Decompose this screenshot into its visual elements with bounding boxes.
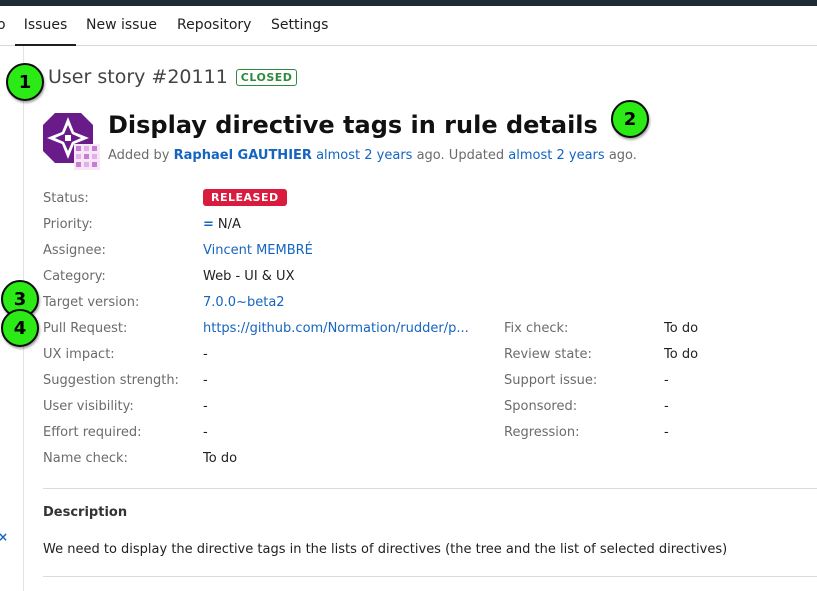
tab-overflow[interactable]: o	[0, 6, 6, 46]
support-issue-value: -	[664, 373, 669, 388]
regression-value: -	[664, 425, 669, 440]
added-time-link[interactable]: almost 2 years	[316, 148, 412, 163]
priority-label: Priority:	[43, 217, 93, 232]
review-state-label: Review state:	[504, 347, 592, 362]
tab-repository[interactable]: Repository	[177, 6, 251, 46]
annotation-marker-4: 4	[1, 309, 39, 347]
target-version-link[interactable]: 7.0.0~beta2	[203, 295, 285, 310]
issue-header: User story #20111 CLOSED	[48, 66, 298, 88]
pull-request-label: Pull Request:	[43, 321, 128, 336]
sponsored-value: -	[664, 399, 669, 414]
category-label: Category:	[43, 269, 106, 284]
project-tabs: o Issues New issue Repository Settings	[0, 6, 817, 46]
tab-new-issue[interactable]: New issue	[86, 6, 157, 46]
ux-impact-value: -	[203, 347, 208, 362]
regression-label: Regression:	[504, 425, 580, 440]
byline-prefix: Added by	[108, 148, 170, 163]
target-version-label: Target version:	[43, 295, 140, 310]
fix-check-value: To do	[664, 321, 699, 336]
suggestion-strength-label: Suggestion strength:	[43, 373, 179, 388]
priority-equals-icon: =	[203, 217, 214, 232]
assignee-link[interactable]: Vincent MEMBRÉ	[203, 243, 313, 258]
byline-middle: ago. Updated	[416, 148, 505, 163]
assignee-label: Assignee:	[43, 243, 106, 258]
annotation-marker-2: 2	[611, 100, 649, 138]
status-value: RELEASED	[203, 189, 287, 206]
name-check-value: To do	[203, 451, 238, 466]
annotation-marker-1: 1	[6, 63, 44, 101]
attributes-divider	[43, 488, 817, 489]
issue-type-id: User story #20111	[48, 66, 228, 88]
category-value: Web - UI & UX	[203, 269, 295, 284]
priority-value: = N/A	[203, 217, 241, 232]
issue-byline: Added by Raphael GAUTHIER almost 2 years…	[108, 148, 637, 163]
author-avatar-badge	[74, 144, 100, 170]
author-link[interactable]: Raphael GAUTHIER	[174, 148, 312, 163]
status-label: Status:	[43, 191, 89, 206]
effort-required-label: Effort required:	[43, 425, 142, 440]
name-check-label: Name check:	[43, 451, 128, 466]
description-heading: Description	[43, 505, 128, 520]
user-visibility-label: User visibility:	[43, 399, 134, 414]
user-visibility-value: -	[203, 399, 208, 414]
description-text: We need to display the directive tags in…	[43, 542, 728, 557]
sponsored-label: Sponsored:	[504, 399, 578, 414]
ux-impact-label: UX impact:	[43, 347, 115, 362]
byline-suffix: ago.	[608, 148, 637, 163]
description-divider	[43, 576, 817, 577]
tab-settings[interactable]: Settings	[271, 6, 328, 46]
sidebar-close-icon[interactable]: ×	[0, 530, 8, 544]
updated-time-link[interactable]: almost 2 years	[508, 148, 604, 163]
priority-text: N/A	[217, 217, 241, 232]
tab-issues[interactable]: Issues	[15, 6, 76, 46]
fix-check-label: Fix check:	[504, 321, 569, 336]
support-issue-label: Support issue:	[504, 373, 598, 388]
suggestion-strength-value: -	[203, 373, 208, 388]
closed-badge: CLOSED	[235, 68, 298, 86]
effort-required-value: -	[203, 425, 208, 440]
review-state-value: To do	[664, 347, 699, 362]
pull-request-link[interactable]: https://github.com/Normation/rudder/p...	[203, 321, 469, 336]
released-badge: RELEASED	[203, 189, 287, 206]
issue-title: Display directive tags in rule details	[108, 111, 598, 139]
